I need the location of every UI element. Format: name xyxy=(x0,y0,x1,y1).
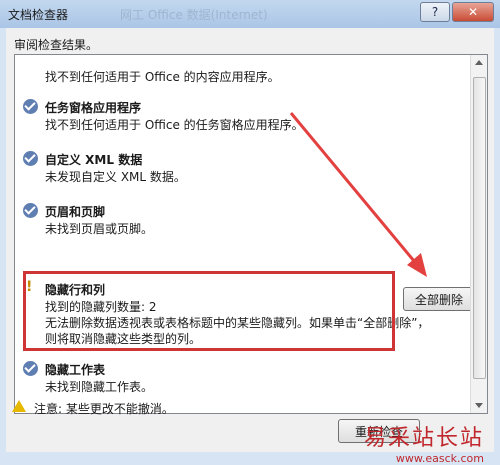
check-icon xyxy=(23,99,38,114)
arrow-shaft xyxy=(289,112,421,268)
window-controls: ? ✕ xyxy=(420,2,494,22)
close-button[interactable]: ✕ xyxy=(452,2,494,22)
title-bar: 文档检查器 网工 Office 数据(Internet) ? ✕ xyxy=(0,0,500,28)
watermark: 易采站长站 www.easck.com xyxy=(364,420,484,465)
check-icon xyxy=(23,151,38,166)
help-icon: ? xyxy=(431,5,439,19)
watermark-en: www.easck.com xyxy=(395,452,484,465)
notice-text: 注意: 某些更改不能撤消。 xyxy=(34,402,174,416)
scroll-up-icon[interactable] xyxy=(475,60,483,65)
item-name: 隐藏工作表 xyxy=(45,363,106,377)
warning-triangle-icon xyxy=(12,400,26,412)
item-name: 任务窗格应用程序 xyxy=(45,101,142,115)
item-desc: 找不到任何适用于 Office 的任务窗格应用程序。 xyxy=(45,118,304,132)
item-desc: 未找到隐藏工作表。 xyxy=(45,380,154,394)
item-desc: 未发现自定义 XML 数据。 xyxy=(45,170,186,184)
window-title: 文档检查器 xyxy=(8,8,69,22)
results-list: 找不到任何适用于 Office 的内容应用程序。 任务窗格应用程序 找不到任何适… xyxy=(14,54,488,414)
dialog-body: 审阅检查结果。 找不到任何适用于 Office 的内容应用程序。 任务窗格应用程… xyxy=(6,28,494,465)
scroll-thumb[interactable] xyxy=(473,77,486,379)
watermark-cn: 易采站长站 xyxy=(363,426,484,451)
scroll-down-icon[interactable] xyxy=(475,403,483,408)
item-desc: 找不到任何适用于 Office 的内容应用程序。 xyxy=(45,70,280,84)
check-icon xyxy=(23,361,38,376)
remove-all-button[interactable]: 全部删除 xyxy=(403,287,475,311)
arrow-head xyxy=(407,253,427,277)
help-button[interactable]: ? xyxy=(420,2,450,22)
scrollbar[interactable] xyxy=(470,55,487,413)
item-desc: 未找到页眉或页脚。 xyxy=(45,222,154,236)
item-name: 页眉和页脚 xyxy=(45,205,106,219)
item-name: 自定义 XML 数据 xyxy=(45,153,143,167)
results-label: 审阅检查结果。 xyxy=(14,38,99,52)
check-icon xyxy=(23,203,38,218)
background-window-title: 网工 Office 数据(Internet) xyxy=(120,8,268,22)
highlight-box xyxy=(23,271,395,351)
close-icon: ✕ xyxy=(467,5,479,19)
